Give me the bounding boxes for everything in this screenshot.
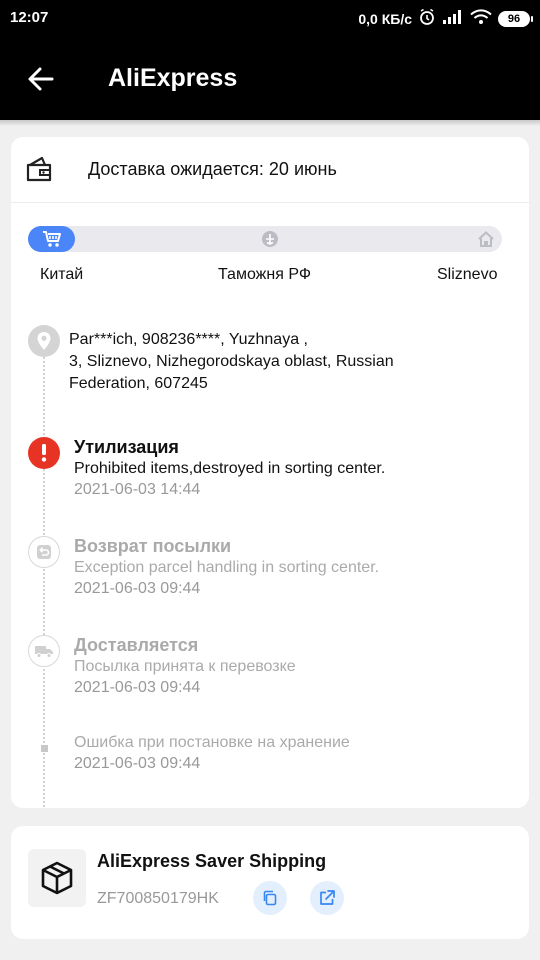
package-box-icon	[28, 849, 86, 907]
wifi-icon	[470, 9, 492, 29]
customs-icon	[260, 229, 280, 249]
network-speed: 0,0 КБ/с	[358, 11, 412, 27]
event-description: Exception parcel handling in sorting cen…	[74, 559, 380, 576]
page-title: AliExpress	[108, 64, 238, 92]
event-date: 2021-06-03 09:44	[74, 679, 201, 696]
event-title: Доставляется	[74, 635, 199, 655]
copy-tracking-button[interactable]	[253, 881, 287, 915]
event-title: Возврат посылки	[74, 536, 232, 556]
back-button[interactable]	[24, 62, 58, 96]
app-bar: AliExpress	[0, 36, 540, 120]
tracking-number: ZF700850179HK	[97, 890, 219, 907]
delivery-address: Par***ich, 908236****, Yuzhnaya , 3, Sli…	[69, 331, 394, 392]
event-in-transit: Доставляется Посылка принята к перевозке…	[74, 634, 296, 698]
wallet-delivery-icon	[25, 156, 53, 187]
copy-icon	[263, 890, 277, 906]
signal-icon	[442, 9, 464, 29]
external-link-icon	[320, 890, 335, 905]
event-date: 2021-06-03 14:44	[74, 481, 201, 498]
stage-label-destination: Sliznevo	[437, 266, 498, 283]
delivery-date-text: Доставка ожидается: 20 июнь	[88, 159, 337, 179]
shipping-card: AliExpress Saver Shipping ZF700850179HK	[11, 826, 529, 939]
location-pin-icon	[28, 325, 60, 357]
exclamation-icon	[28, 437, 60, 469]
delivery-estimate: Доставка ожидается: 20 июнь	[11, 137, 529, 203]
event-date: 2021-06-03 09:44	[74, 755, 201, 772]
event-description: Ошибка при постановке на хранение	[74, 734, 350, 751]
app-bar-shadow	[0, 120, 540, 126]
arrow-left-icon	[28, 67, 54, 91]
event-return: Возврат посылки Exception parcel handlin…	[74, 535, 379, 599]
status-time: 12:07	[10, 9, 49, 26]
event-date: 2021-06-03 09:44	[74, 580, 201, 597]
event-description: Посылка принята к перевозке	[74, 658, 296, 675]
return-icon	[28, 536, 60, 568]
stage-label-customs: Таможня РФ	[218, 266, 311, 283]
event-description: Prohibited items,destroyed in sorting ce…	[74, 460, 386, 477]
timeline-line	[43, 342, 45, 807]
progress-track	[28, 226, 502, 252]
cart-icon	[42, 229, 62, 249]
status-bar: 12:07 0,0 КБ/с 96	[0, 0, 540, 36]
status-icons: 0,0 КБ/с 96	[358, 8, 533, 30]
shipping-method-name: AliExpress Saver Shipping	[97, 851, 327, 871]
dot-icon	[41, 745, 48, 752]
event-disposal: Утилизация Prohibited items,destroyed in…	[74, 436, 385, 500]
truck-icon	[28, 635, 60, 667]
open-tracking-button[interactable]	[310, 881, 344, 915]
event-storage-error: Ошибка при постановке на хранение 2021-0…	[74, 732, 350, 774]
battery-icon: 96	[498, 11, 533, 27]
event-title: Утилизация	[74, 437, 179, 457]
alarm-icon	[418, 8, 436, 30]
tracking-card: Доставка ожидается: 20 июнь Китай Таможн…	[11, 137, 529, 808]
stage-label-origin: Китай	[40, 266, 84, 283]
home-icon	[476, 229, 496, 249]
